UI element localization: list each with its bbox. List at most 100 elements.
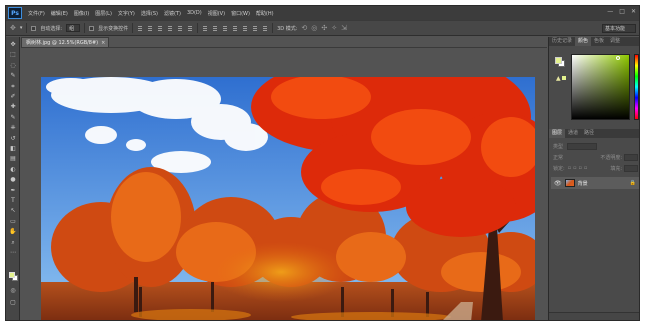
canvas-image[interactable] (41, 77, 535, 321)
color-picker-field[interactable] (571, 54, 630, 120)
marquee-icon[interactable]: ⬚ (9, 51, 17, 59)
options-bar: ✥ ▾ 自动选择: 组 显示变换控件 3D 模式: ⟲ ◎ ✣ ✧ ⇲ 基本功能 (6, 20, 639, 36)
align-right-icon[interactable] (187, 25, 193, 31)
kind-filter-dropdown[interactable]: 类型 (553, 143, 563, 150)
maximize-button[interactable]: □ (619, 8, 625, 15)
tab-color[interactable]: 颜色 (575, 37, 592, 46)
auto-align-icon[interactable] (262, 25, 268, 31)
zoom-icon[interactable]: ⌕ (9, 239, 17, 247)
quick-select-icon[interactable]: ✎ (9, 72, 17, 80)
divider (21, 47, 547, 48)
3d-drag-icon[interactable]: ✣ (321, 24, 327, 32)
hue-slider[interactable] (634, 54, 639, 120)
crop-icon[interactable]: ⌗ (9, 83, 17, 91)
lock-options-icon[interactable]: ▫▫▫▫ (568, 165, 590, 171)
screen-mode-icon[interactable]: ▢ (9, 299, 17, 307)
distribute-right-icon[interactable] (252, 25, 258, 31)
foreground-color-swatch[interactable] (9, 272, 15, 278)
app-logo: Ps (8, 7, 22, 19)
menu-layer[interactable]: 图层(L) (92, 10, 115, 17)
3d-roll-icon[interactable]: ◎ (311, 24, 317, 32)
3d-rotate-icon[interactable]: ⟲ (301, 24, 307, 32)
eye-icon[interactable]: 👁 (554, 180, 562, 187)
eraser-icon[interactable]: ◧ (9, 145, 17, 153)
show-transform-checkbox[interactable] (89, 25, 95, 31)
tab-channels[interactable]: 通道 (565, 129, 581, 138)
fill-input[interactable] (624, 164, 638, 172)
gamut-color-chip[interactable] (562, 76, 566, 80)
layer-filter-row: 类型 (553, 142, 638, 150)
filter-options[interactable] (567, 142, 598, 150)
distribute-top-icon[interactable] (202, 25, 208, 31)
menu-3d[interactable]: 3D(D) (184, 10, 205, 16)
pen-icon[interactable]: ✒ (9, 187, 17, 195)
gradient-icon[interactable]: ▤ (9, 155, 17, 163)
hand-icon[interactable]: ✋ (9, 228, 17, 236)
align-hcenter-icon[interactable] (177, 25, 183, 31)
menu-image[interactable]: 图像(I) (71, 10, 92, 17)
align-left-icon[interactable] (167, 25, 173, 31)
layer-name[interactable]: 背景 (578, 180, 588, 187)
menu-filter[interactable]: 滤镜(T) (161, 10, 184, 17)
tab-adjustments[interactable]: 调整 (607, 37, 623, 46)
blur-icon[interactable]: ◐ (9, 166, 17, 174)
move-icon[interactable]: ✥ (9, 41, 17, 49)
eyedropper-icon[interactable]: ✐ (9, 93, 17, 101)
lock-row: 锁定: ▫▫▫▫ 填充: (553, 164, 638, 172)
auto-select-dropdown[interactable]: 组 (66, 24, 81, 32)
history-brush-icon[interactable]: ↺ (9, 135, 17, 143)
divider (272, 23, 274, 33)
document-tab[interactable]: 枫树林.jpg @ 12.5%(RGB/8#) × (21, 37, 109, 47)
align-bottom-icon[interactable] (157, 25, 163, 31)
align-vcenter-icon[interactable] (147, 25, 153, 31)
type-icon[interactable]: T (9, 197, 17, 205)
close-button[interactable]: ✕ (631, 8, 636, 15)
lasso-icon[interactable]: ◌ (9, 62, 17, 70)
menu-help[interactable]: 帮助(H) (253, 10, 277, 17)
align-top-icon[interactable] (137, 25, 143, 31)
auto-select-checkbox[interactable] (31, 25, 37, 31)
close-tab-icon[interactable]: × (101, 40, 105, 46)
menu-view[interactable]: 视图(V) (205, 10, 228, 17)
menu-type[interactable]: 文字(Y) (115, 10, 138, 17)
tab-paths[interactable]: 路径 (581, 129, 597, 138)
stamp-icon[interactable]: ⎈ (9, 124, 17, 132)
move-tool-preset-icon[interactable]: ✥ (10, 24, 16, 32)
tool-preset-chevron-icon[interactable]: ▾ (20, 25, 23, 31)
opacity-label: 不透明度: (600, 154, 622, 161)
path-select-icon[interactable]: ↖ (9, 207, 17, 215)
sunlit-foliage (211, 242, 351, 302)
distribute-hcenter-icon[interactable] (242, 25, 248, 31)
menu-bar: Ps 文件(F) 编辑(E) 图像(I) 图层(L) 文字(Y) 选择(S) 滤… (6, 6, 639, 20)
dodge-icon[interactable]: ● (9, 176, 17, 184)
divider (197, 23, 199, 33)
quick-mask-icon[interactable]: ◎ (9, 287, 17, 295)
shape-icon[interactable]: ▭ (9, 218, 17, 226)
opacity-input[interactable] (624, 153, 638, 161)
distribute-bottom-icon[interactable] (222, 25, 228, 31)
distribute-vcenter-icon[interactable] (212, 25, 218, 31)
distribute-left-icon[interactable] (232, 25, 238, 31)
3d-slide-icon[interactable]: ✧ (331, 24, 337, 32)
menu-select[interactable]: 选择(S) (138, 10, 161, 17)
minimize-button[interactable]: — (607, 8, 613, 15)
menu-edit[interactable]: 编辑(E) (48, 10, 71, 17)
tab-layers[interactable]: 图层 (549, 129, 566, 138)
toolbox: ✥ ⬚ ◌ ✎ ⌗ ✐ ✚ ✎ ⎈ ↺ ◧ ▤ ◐ ● ✒ T ↖ ▭ ✋ ⌕ ⋯ ◎ ▢ (6, 37, 20, 320)
lock-icon: 🔒 (629, 180, 636, 186)
brush-icon[interactable]: ✎ (9, 114, 17, 122)
tab-swatches[interactable]: 色板 (591, 37, 607, 46)
healing-icon[interactable]: ✚ (9, 103, 17, 111)
out-of-gamut-warning-icon[interactable]: ▲ (556, 75, 561, 82)
blend-mode-dropdown[interactable]: 正常 (553, 154, 563, 161)
menu-window[interactable]: 窗口(W) (228, 10, 253, 17)
workspace-dropdown[interactable]: 基本功能 (602, 24, 636, 33)
menu-file[interactable]: 文件(F) (25, 10, 48, 17)
tab-history[interactable]: 历史记录 (549, 37, 575, 46)
color-picker-cursor[interactable] (616, 56, 620, 60)
layers-panel-footer (549, 312, 639, 320)
layer-row[interactable]: 👁 背景 🔒 (551, 177, 639, 189)
foreground-color-swatch[interactable] (555, 57, 562, 64)
3d-scale-icon[interactable]: ⇲ (341, 24, 347, 32)
edit-toolbar-icon[interactable]: ⋯ (9, 249, 17, 257)
